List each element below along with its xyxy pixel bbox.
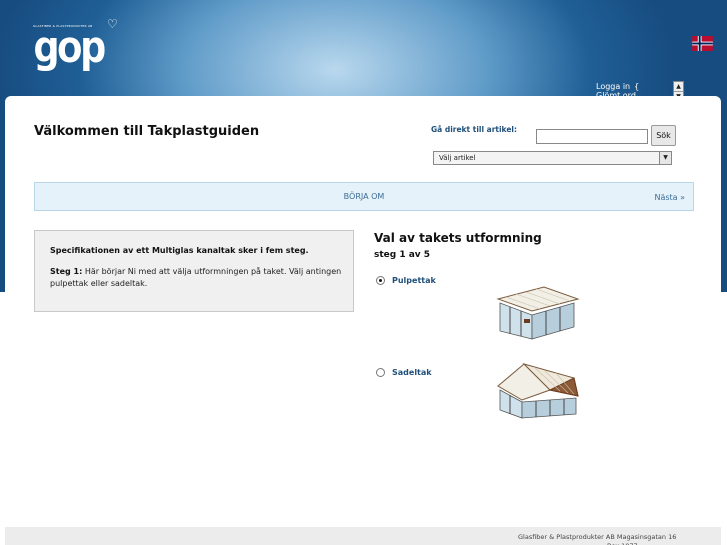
radio-sadeltak[interactable]	[376, 368, 385, 377]
choice-heading: Val av takets utformning	[374, 231, 542, 245]
footer-address: Glasfiber & Plastprodukter AB Magasinsga…	[518, 533, 677, 541]
search-button[interactable]: Sök	[651, 125, 676, 146]
step-counter: steg 1 av 5	[374, 250, 431, 260]
next-link[interactable]: Nästa »	[654, 193, 685, 202]
info-title: Specifikationen av ett Multiglas kanalta…	[50, 246, 309, 255]
chevron-up-icon[interactable]: ▲	[674, 82, 683, 91]
label-sadeltak[interactable]: Sadeltak	[392, 368, 432, 377]
step-description: Här börjar Ni med att välja utformningen…	[50, 267, 342, 288]
article-search-input[interactable]	[536, 129, 648, 144]
login-link[interactable]: Logga in {	[596, 82, 639, 92]
direct-article-label: Gå direkt till artikel:	[431, 125, 518, 134]
article-select[interactable]: Välj artikel ▼	[433, 151, 672, 165]
info-text: Steg 1: Här börjar Ni med att välja utfo…	[50, 266, 345, 290]
radio-pulpettak[interactable]	[376, 276, 385, 285]
norway-flag-icon[interactable]	[691, 36, 714, 51]
login-brace: {	[634, 82, 640, 91]
login-label[interactable]: Logga in	[596, 82, 630, 91]
label-pulpettak[interactable]: Pulpettak	[392, 276, 436, 285]
step-navigation: BÖRJA OM Nästa »	[34, 182, 694, 211]
restart-link[interactable]: BÖRJA OM	[35, 192, 693, 201]
info-box: Specifikationen av ett Multiglas kanalta…	[34, 230, 354, 312]
article-select-value: Välj artikel	[439, 154, 476, 162]
gop-logo[interactable]: GLASFIBER & PLASTPRODUKTER AB gop ♡	[33, 18, 133, 80]
chevron-down-icon[interactable]: ▼	[659, 152, 671, 164]
step-label: Steg 1:	[50, 267, 83, 276]
pulpettak-image[interactable]	[494, 283, 580, 341]
heart-icon: ♡	[107, 17, 118, 31]
sadeltak-image[interactable]	[494, 360, 580, 420]
page-title: Välkommen till Takplastguiden	[34, 124, 260, 139]
logo-wordmark: gop	[33, 22, 107, 73]
